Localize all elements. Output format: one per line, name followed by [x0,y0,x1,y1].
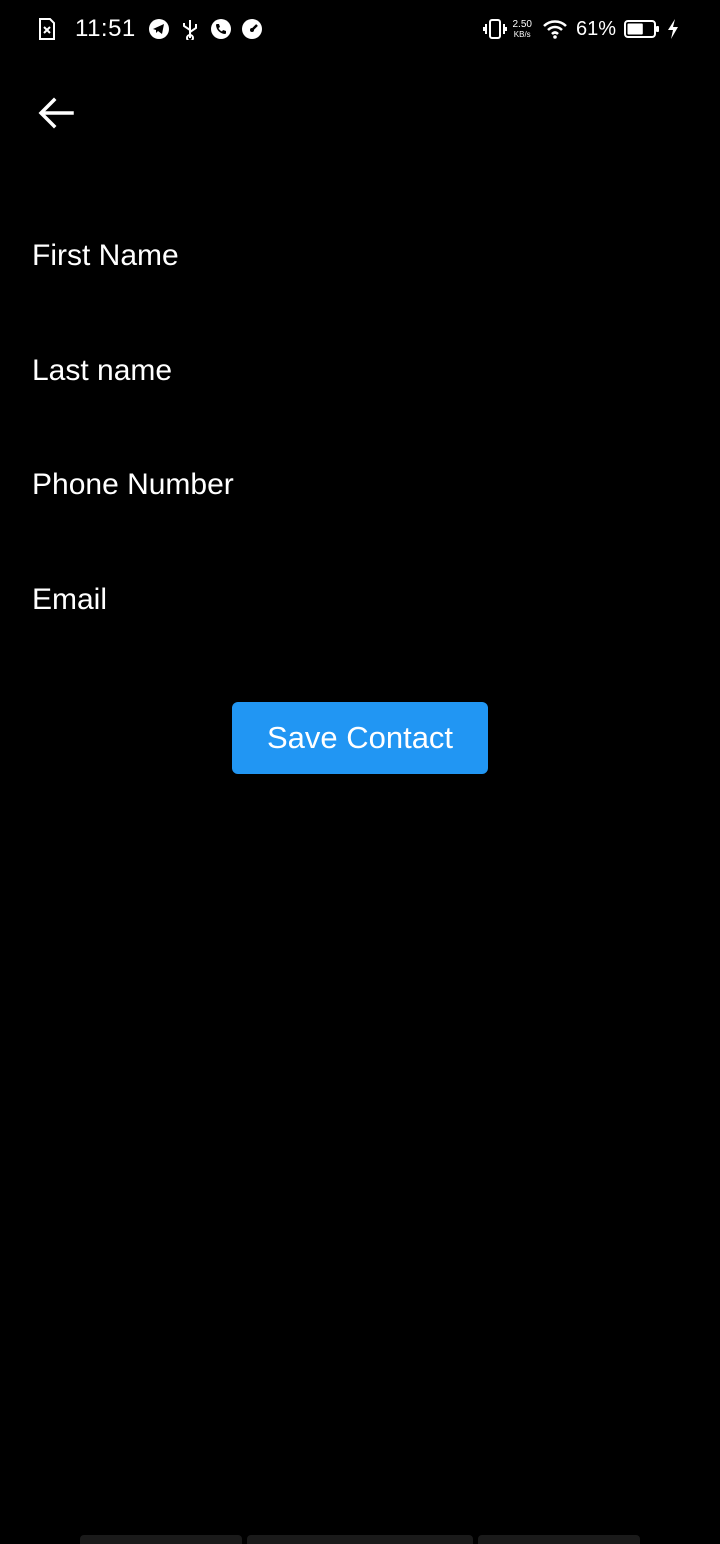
email-field-row [32,574,688,626]
battery-percent: 61% [575,17,616,40]
status-time: 11:51 [75,15,136,42]
net-speed-unit: KB/s [513,29,531,39]
phone-call-icon [210,18,232,40]
status-right: 2.50 KB/s 61% [482,14,681,44]
status-bar: 11:51 2.50 KB/s 61% [0,0,720,58]
status-left: 11:51 [38,14,272,44]
net-speed-value: 2.50 [512,18,532,30]
phone-number-field-row [32,459,688,511]
back-button[interactable] [32,90,80,136]
last-name-input[interactable] [32,345,688,397]
vibrate-icon [482,18,507,40]
net-speed: 2.50 KB/s [512,18,532,39]
last-name-field-row [32,345,688,397]
arrow-left-icon [37,96,75,130]
charging-icon [666,18,680,40]
email-input[interactable] [32,574,688,626]
phone-number-input[interactable] [32,459,688,511]
save-contact-button[interactable]: Save Contact [232,702,488,774]
nav-hint-right [478,1535,640,1544]
telegram-icon [148,18,170,40]
sim-error-icon [38,18,60,40]
nav-hint-left [80,1535,242,1544]
battery-icon [624,19,660,39]
wifi-icon [542,18,568,40]
nav-hint-center [247,1535,473,1544]
first-name-field-row [32,230,688,282]
usb-icon [179,18,201,42]
first-name-input[interactable] [32,230,688,282]
speedometer-icon [241,18,263,40]
